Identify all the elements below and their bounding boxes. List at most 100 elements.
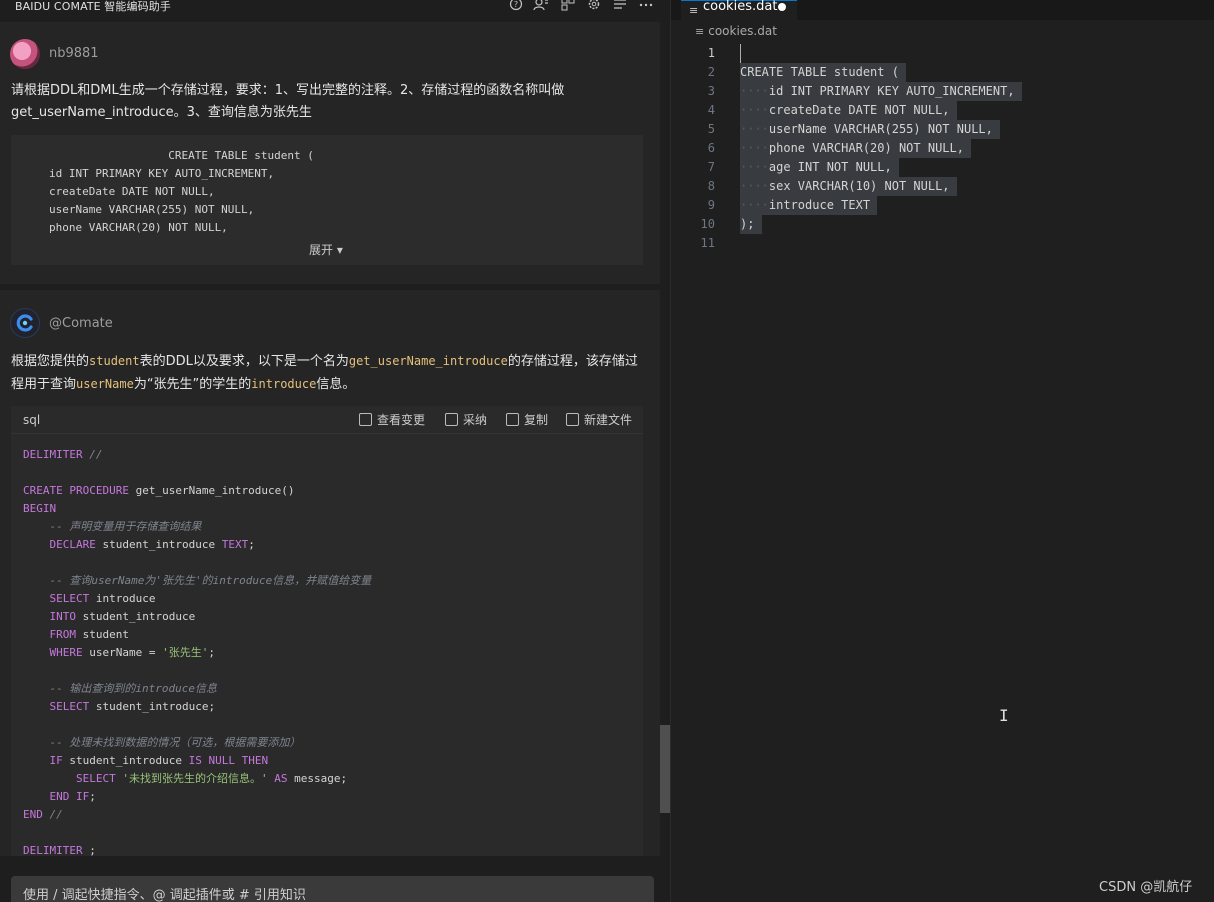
code-token: AS (274, 772, 288, 785)
code-token: ; (89, 790, 96, 803)
line-content: ····userName VARCHAR(255) NOT NULL, (740, 120, 1001, 139)
code-line: IF student_introduce IS NULL THEN (23, 752, 371, 770)
tab-label: cookies.dat (703, 0, 778, 14)
code-token: '张先生' (162, 646, 209, 659)
sql-code: DELIMITER // CREATE PROCEDURE get_userNam… (23, 446, 371, 856)
editor-line[interactable]: 5 ····userName VARCHAR(255) NOT NULL, (671, 120, 1214, 139)
editor-tab-bar: ≡ cookies.dat (671, 0, 1214, 20)
line-number: 1 (707, 46, 715, 60)
code-line: DELIMITER // (23, 446, 371, 464)
assistant-line1: 根据您提供的student表的DDL以及要求，以下是一个名为get_userNa… (11, 350, 641, 373)
line-text: id INT PRIMARY KEY AUTO_INCREMENT, (768, 84, 1022, 98)
editor-line[interactable]: 1 (671, 44, 1214, 63)
code-token: DECLARE (49, 538, 96, 551)
code-line: -- 输出查询到的introduce信息 (23, 680, 371, 698)
layout-icon[interactable] (560, 0, 576, 13)
code-token: ; (208, 646, 215, 659)
quoted-line: id INT PRIMARY KEY AUTO_INCREMENT, (49, 167, 275, 180)
editor-line[interactable]: 4 ····createDate DATE NOT NULL, (671, 101, 1214, 120)
quoted-line: phone VARCHAR(20) NOT NULL, (49, 221, 228, 234)
chat-input[interactable]: 使用 / 调起快捷指令、@ 调起插件或 # 引用知识 (11, 876, 654, 902)
whitespace-dots: ···· (740, 160, 769, 174)
user-message-card: nb9881 请根据DDL和DML生成一个存储过程，要求：1、写出完整的注释。2… (0, 22, 660, 284)
copy-label: 复制 (524, 413, 549, 427)
expand-button[interactable]: 展开 ▾ (309, 241, 343, 258)
new-file-button[interactable]: 新建文件 (566, 411, 632, 428)
file-lines-icon: ≡ (695, 25, 705, 38)
whitespace-dots: ···· (740, 179, 769, 193)
more-icon[interactable] (638, 0, 654, 13)
inline-code: get_userName_introduce (348, 354, 508, 368)
quoted-code: CREATE TABLE student ( id INT PRIMARY KE… (49, 147, 314, 237)
code-line: BEGIN (23, 500, 371, 518)
adopt-button[interactable]: 采纳 (445, 411, 487, 428)
assistant-message-text: 根据您提供的student表的DDL以及要求，以下是一个名为get_userNa… (11, 350, 641, 396)
text: 根据您提供的 (11, 354, 90, 369)
editor-line[interactable]: 2 CREATE TABLE student ( (671, 63, 1214, 82)
code-token: ; (248, 538, 255, 551)
new-file-label: 新建文件 (584, 413, 633, 427)
editor-tab[interactable]: ≡ cookies.dat (681, 0, 797, 20)
editor-line[interactable]: 6 ····phone VARCHAR(20) NOT NULL, (671, 139, 1214, 158)
editor-line[interactable]: 8 ····sex VARCHAR(10) NOT NULL, (671, 177, 1214, 196)
line-number: 8 (707, 179, 715, 193)
quoted-line: userName VARCHAR(255) NOT NULL, (49, 203, 255, 216)
editor-line[interactable]: 7 ····age INT NOT NULL, (671, 158, 1214, 177)
unsaved-dot-icon[interactable] (778, 3, 786, 11)
comate-logo-icon (10, 308, 40, 338)
editor-line[interactable]: 9 ····introduce TEXT (671, 196, 1214, 215)
help-icon[interactable]: ? (508, 0, 524, 13)
assistant-line2: 程用于查询userName为“张先生”的学生的introduce信息。 (11, 373, 641, 396)
code-token: -- 声明变量用于存储查询结果 (49, 520, 202, 533)
breadcrumb-file: cookies.dat (708, 24, 777, 38)
mouse-ibeam-icon: I (999, 706, 1009, 725)
list-icon[interactable] (612, 0, 628, 13)
code-token: student_introduce (76, 610, 196, 623)
adopt-label: 采纳 (463, 413, 488, 427)
user-avatar (10, 39, 40, 69)
breadcrumb[interactable]: ≡ cookies.dat (695, 24, 777, 38)
editor-line[interactable]: 3 ····id INT PRIMARY KEY AUTO_INCREMENT, (671, 82, 1214, 101)
view-changes-button[interactable]: 查看变更 (359, 411, 425, 428)
code-token: student_introduce; (89, 700, 216, 713)
code-token: get_userName_introduce() (128, 484, 295, 497)
code-line: -- 处理未找到数据的情况（可选，根据需要添加） (23, 734, 371, 752)
code-token: -- 处理未找到数据的情况（可选，根据需要添加） (49, 736, 301, 749)
line-number: 11 (700, 236, 715, 250)
view-changes-label: 查看变更 (377, 413, 426, 427)
chat-scrollbar[interactable] (660, 725, 670, 813)
inline-code: userName (76, 377, 134, 391)
copy-button[interactable]: 复制 (506, 411, 548, 428)
line-number: 7 (707, 160, 715, 174)
line-content: CREATE TABLE student ( (740, 63, 907, 82)
sql-code-block: sql 查看变更 采纳 复制 新建文件 DELIMITER // CREATE P… (11, 406, 643, 856)
code-token: IS NULL THEN (188, 754, 269, 767)
code-line: SELECT student_introduce; (23, 698, 371, 716)
code-token: SELECT (49, 700, 90, 713)
account-icon[interactable] (533, 0, 549, 13)
editor-line[interactable]: 11 (671, 234, 1214, 253)
assistant-message-card: @Comate 根据您提供的student表的DDL以及要求，以下是一个名为ge… (0, 290, 660, 856)
editor-line[interactable]: 10); (671, 215, 1214, 234)
code-line: CREATE PROCEDURE get_userName_introduce(… (23, 482, 371, 500)
code-language-label: sql (23, 413, 41, 427)
code-line: DECLARE student_introduce TEXT; (23, 536, 371, 554)
code-token: DELIMITER (23, 448, 83, 461)
code-token: '未找到张先生的介绍信息。' (122, 772, 268, 785)
line-content: ····id INT PRIMARY KEY AUTO_INCREMENT, (740, 82, 1022, 101)
code-token: -- 输出查询到的introduce信息 (49, 682, 217, 695)
gear-icon[interactable] (586, 0, 602, 13)
